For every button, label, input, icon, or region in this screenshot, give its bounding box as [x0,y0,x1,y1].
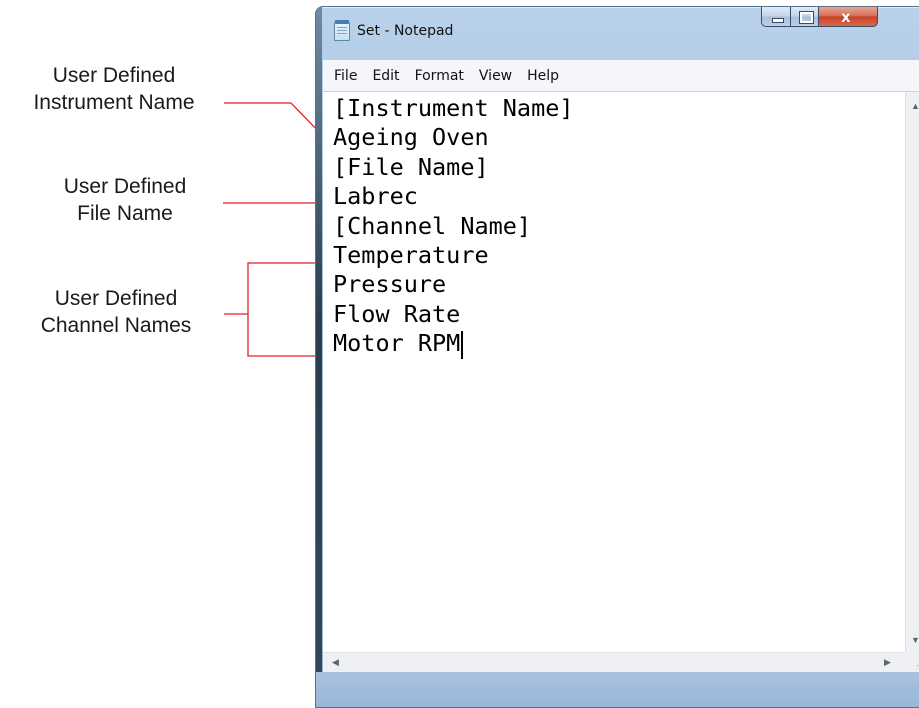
arrow-instrument-name [224,102,325,138]
callout-line: Instrument Name [33,91,195,114]
close-button[interactable]: x [818,7,878,27]
minimize-icon [772,18,784,23]
callout-line: User Defined [54,287,178,310]
text-line: Pressure [333,270,447,299]
callout-line: User Defined [63,175,187,198]
maximize-icon [799,11,814,24]
text-editor[interactable]: [Instrument Name] Ageing Oven [File Name… [323,92,905,652]
notepad-icon[interactable] [334,20,350,41]
scroll-down-icon[interactable]: ▼ [911,635,919,645]
menu-file[interactable]: File [334,66,357,86]
callout-line: File Name [77,202,173,225]
vertical-scrollbar[interactable]: ▲ ▼ [905,92,919,652]
scroll-right-icon[interactable]: ▶ [884,657,891,668]
callout-file-name: User Defined File Name [30,173,220,227]
callout-line: User Defined [52,64,176,87]
window-title: Set - Notepad [357,23,454,39]
callout-instrument-name: User Defined Instrument Name [6,62,222,116]
callout-line: Channel Names [40,314,192,337]
menu-view[interactable]: View [479,66,512,86]
text-line-content: Motor RPM [333,329,461,358]
text-caret [461,330,464,359]
scroll-up-icon[interactable]: ▲ [911,101,919,111]
minimize-button[interactable] [761,7,791,27]
text-line: [File Name] [333,152,489,181]
text-line: Ageing Oven [333,123,489,152]
title-bar[interactable]: Set - Notepad x [316,7,919,53]
size-grip-icon[interactable]: ⋰ [905,652,919,672]
callout-channel-names: User Defined Channel Names [10,285,222,339]
maximize-button[interactable] [790,7,819,27]
scroll-left-icon[interactable]: ◀ [332,657,339,668]
text-line: Temperature [333,241,489,270]
menu-bar: File Edit Format View Help [323,60,919,92]
text-line-last: Motor RPM [323,329,905,359]
text-line: [Instrument Name] [333,94,574,122]
close-icon: x [841,8,851,26]
text-line: Labrec [333,182,418,211]
menu-edit[interactable]: Edit [372,66,399,86]
notepad-window: Set - Notepad x File Edit Format View He… [315,6,919,708]
menu-format[interactable]: Format [415,66,464,86]
text-line: Flow Rate [333,299,461,328]
arrow-channel-last [224,313,326,360]
menu-help[interactable]: Help [527,66,559,86]
arrow-channel-first [247,259,326,314]
text-line: [Channel Name] [333,211,532,240]
horizontal-scrollbar[interactable]: ◀ ▶ [323,652,905,672]
